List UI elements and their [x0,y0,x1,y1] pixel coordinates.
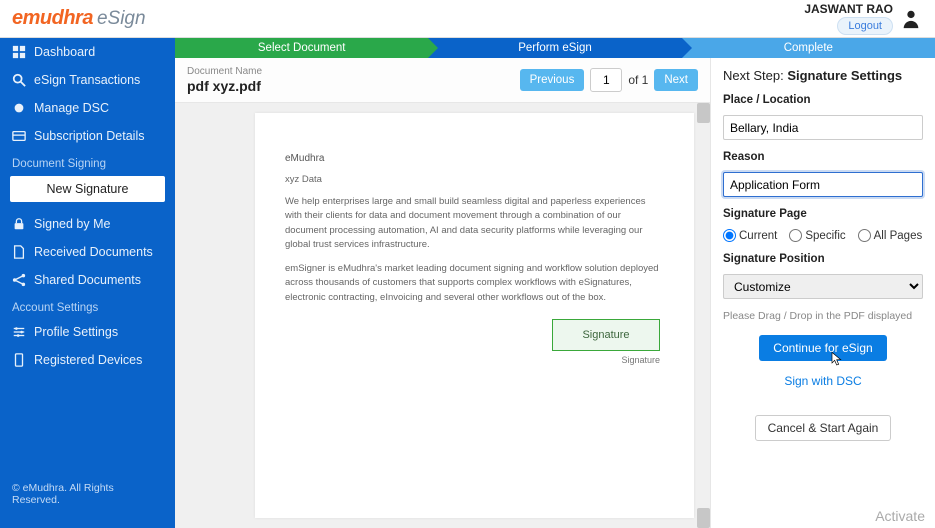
sidebar-item-label: Profile Settings [34,325,118,339]
app-header: emudhra eSign JASWANT RAO Logout [0,0,935,38]
sidebar-item-manage-dsc[interactable]: Manage DSC [0,94,175,122]
sidebar-item-label: Shared Documents [34,273,141,287]
lock-icon [12,217,26,231]
scroll-up-button[interactable] [697,103,710,123]
reason-input[interactable] [723,172,923,197]
signature-page-radios: Current Specific All Pages [723,229,923,242]
pdf-paragraph-1: We help enterprises large and small buil… [285,195,664,252]
section-document-signing: Document Signing [0,150,175,174]
sidebar-item-label: Received Documents [34,245,153,259]
next-button[interactable]: Next [654,69,698,91]
step-complete[interactable]: Complete [682,38,935,58]
logout-button[interactable]: Logout [837,17,893,35]
sidebar-item-label: eSign Transactions [34,73,140,87]
scrollbar-track[interactable] [697,103,710,528]
sidebar-item-label: Subscription Details [34,129,144,143]
copyright: © eMudhra. All Rights Reserved. [0,460,175,528]
sidebar-item-shared-documents[interactable]: Shared Documents [0,266,175,294]
radio-specific[interactable]: Specific [789,229,845,242]
grid-icon [12,45,26,59]
sign-with-dsc-link[interactable]: Sign with DSC [723,374,923,388]
signature-placeholder[interactable]: Signature [552,319,660,351]
pdf-subtitle: xyz Data [285,174,664,185]
drag-drop-hint: Please Drag / Drop in the PDF displayed [723,310,923,322]
sidebar-item-signed-by-me[interactable]: Signed by Me [0,210,175,238]
scroll-down-button[interactable] [697,508,710,528]
previous-button[interactable]: Previous [520,69,585,91]
radio-all-pages[interactable]: All Pages [858,229,923,242]
device-icon [12,353,26,367]
radio-current[interactable]: Current [723,229,777,242]
pdf-brand: eMudhra [285,153,664,164]
cancel-start-again-button[interactable]: Cancel & Start Again [755,415,892,441]
sidebar-item-label: Manage DSC [34,101,109,115]
document-column: Document Name pdf xyz.pdf Previous of 1 … [175,58,710,528]
continue-esign-button[interactable]: Continue for eSign [759,335,886,361]
sidebar-item-profile-settings[interactable]: Profile Settings [0,318,175,346]
signature-position-select[interactable]: Customize [723,274,923,299]
document-icon [12,245,26,259]
share-icon [12,273,26,287]
cursor-icon [829,351,843,367]
search-icon [12,73,26,87]
reason-label: Reason [723,151,923,163]
document-name: pdf xyz.pdf [187,78,262,94]
settings-panel: Next Step: Signature Settings Place / Lo… [710,58,935,528]
signature-caption: Signature [621,355,660,365]
main-area: Select Document Perform eSign Complete D… [175,38,935,528]
avatar[interactable] [899,7,923,31]
sidebar-item-label: Dashboard [34,45,95,59]
logo: emudhra eSign [12,7,146,30]
place-input[interactable] [723,115,923,140]
sidebar-item-received-documents[interactable]: Received Documents [0,238,175,266]
step-select-document[interactable]: Select Document [175,38,428,58]
step-perform-esign[interactable]: Perform eSign [428,38,681,58]
dot-icon [12,101,26,115]
sidebar-item-label: Signed by Me [34,217,110,231]
section-account-settings: Account Settings [0,294,175,318]
page-of: of 1 [628,73,648,87]
sidebar-item-subscription[interactable]: Subscription Details [0,122,175,150]
user-name: JASWANT RAO [804,2,893,16]
logo-main: emudhra [12,7,93,30]
sidebar-item-label: Registered Devices [34,353,142,367]
document-viewport[interactable]: eMudhra xyz Data We help enterprises lar… [175,103,710,528]
new-signature-button[interactable]: New Signature [10,176,165,202]
signature-position-label: Signature Position [723,253,923,265]
document-name-label: Document Name [187,66,262,77]
pdf-paragraph-2: emSigner is eMudhra's market leading doc… [285,262,664,305]
pdf-page: eMudhra xyz Data We help enterprises lar… [255,113,694,518]
sliders-icon [12,325,26,339]
sidebar-item-registered-devices[interactable]: Registered Devices [0,346,175,374]
place-label: Place / Location [723,94,923,106]
page-input[interactable] [590,68,622,92]
sidebar-item-esign-transactions[interactable]: eSign Transactions [0,66,175,94]
logo-sub: eSign [97,8,146,30]
next-step-title: Next Step: Signature Settings [723,68,923,83]
sidebar-item-dashboard[interactable]: Dashboard [0,38,175,66]
sidebar: Dashboard eSign Transactions Manage DSC … [0,38,175,528]
pager: Previous of 1 Next [520,68,698,92]
card-icon [12,129,26,143]
wizard-steps: Select Document Perform eSign Complete [175,38,935,58]
signature-page-label: Signature Page [723,208,923,220]
document-topbar: Document Name pdf xyz.pdf Previous of 1 … [175,58,710,103]
